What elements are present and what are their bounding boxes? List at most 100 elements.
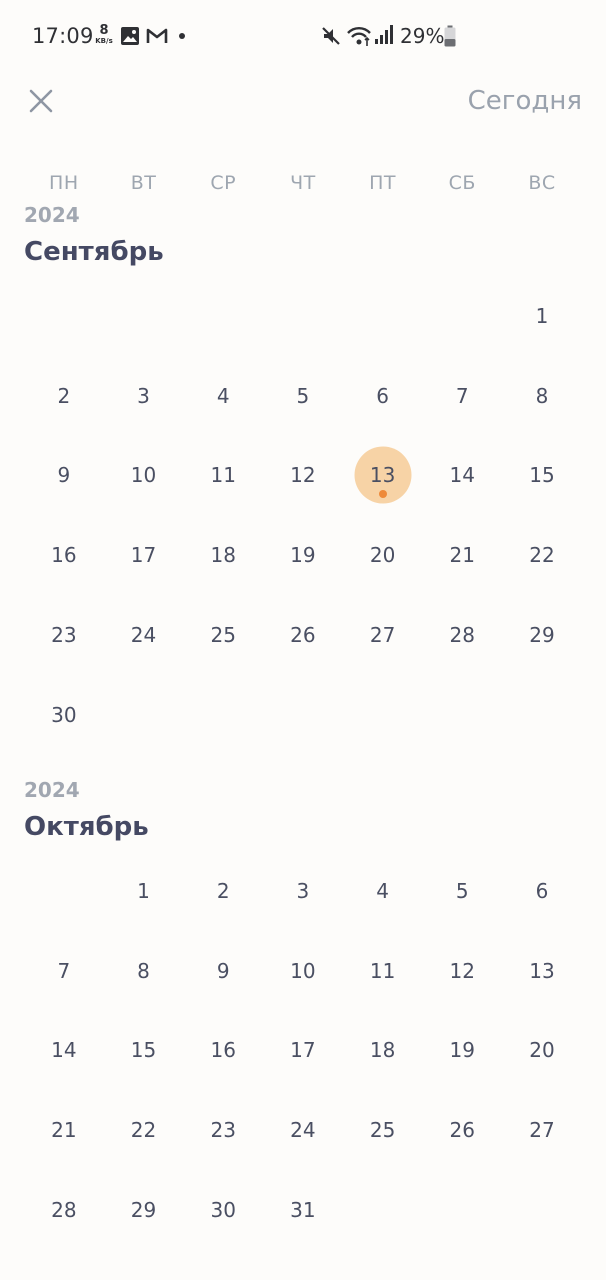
day-cell[interactable]: 31 (263, 1170, 343, 1250)
network-speed: 8 KB/s (92, 24, 116, 45)
day-cell[interactable]: 24 (104, 595, 184, 675)
day-cell[interactable]: 29 (502, 595, 582, 675)
day-cell[interactable]: 17 (263, 1011, 343, 1091)
day-number: 6 (376, 383, 389, 408)
day-cell[interactable]: 30 (183, 1170, 263, 1250)
empty-day-cell (263, 276, 343, 356)
day-cell[interactable]: 11 (183, 436, 263, 516)
day-cell[interactable]: 8 (502, 356, 582, 436)
day-cell[interactable]: 19 (263, 515, 343, 595)
day-cell[interactable]: 28 (24, 1170, 104, 1250)
day-cell[interactable]: 2 (183, 851, 263, 931)
status-bar: 17:09 8 KB/s 29% (0, 0, 606, 72)
day-number: 28 (51, 1198, 77, 1223)
day-cell[interactable]: 28 (422, 595, 502, 675)
day-cell[interactable]: 24 (263, 1090, 343, 1170)
gallery-icon (120, 26, 140, 50)
day-number: 24 (130, 623, 157, 648)
day-number: 2 (57, 383, 71, 408)
day-cell[interactable]: 7 (24, 931, 104, 1011)
day-cell[interactable]: 5 (422, 851, 502, 931)
day-cell[interactable]: 26 (422, 1090, 502, 1170)
day-cell[interactable]: 10 (263, 931, 343, 1011)
day-number: 26 (290, 623, 316, 648)
day-number: 16 (51, 543, 77, 568)
day-cell-selected[interactable]: 13 (343, 436, 423, 516)
day-number: 5 (455, 878, 469, 903)
day-cell[interactable]: 25 (343, 1090, 423, 1170)
day-number: 14 (51, 1038, 77, 1063)
day-cell[interactable]: 27 (502, 1090, 582, 1170)
signal-icon (374, 24, 394, 50)
day-cell[interactable]: 23 (24, 595, 104, 675)
day-cell[interactable]: 9 (24, 436, 104, 516)
day-number: 13 (529, 958, 555, 983)
day-cell[interactable]: 22 (502, 515, 582, 595)
day-number: 8 (137, 958, 150, 983)
day-cell[interactable]: 17 (104, 515, 184, 595)
day-number: 1 (137, 878, 150, 903)
day-cell[interactable]: 15 (502, 436, 582, 516)
day-number: 12 (290, 463, 316, 488)
day-cell[interactable]: 23 (183, 1090, 263, 1170)
day-number: 15 (130, 1038, 157, 1063)
day-cell[interactable]: 18 (343, 1011, 423, 1091)
day-cell[interactable]: 12 (263, 436, 343, 516)
day-number: 12 (449, 958, 475, 983)
day-number: 4 (376, 878, 389, 903)
status-time: 17:09 (32, 24, 94, 48)
today-button[interactable]: Сегодня (468, 86, 582, 116)
day-cell[interactable]: 16 (183, 1011, 263, 1091)
day-cell[interactable]: 3 (104, 356, 184, 436)
event-dot-icon (378, 490, 387, 499)
day-cell[interactable]: 14 (422, 436, 502, 516)
day-cell[interactable]: 5 (263, 356, 343, 436)
day-cell[interactable]: 29 (104, 1170, 184, 1250)
day-cell[interactable]: 4 (343, 851, 423, 931)
day-cell[interactable]: 10 (104, 436, 184, 516)
day-cell[interactable]: 13 (502, 931, 582, 1011)
day-cell[interactable]: 14 (24, 1011, 104, 1091)
day-number: 7 (57, 958, 71, 983)
day-cell[interactable]: 16 (24, 515, 104, 595)
day-cell[interactable]: 19 (422, 1011, 502, 1091)
day-cell[interactable]: 8 (104, 931, 184, 1011)
day-cell[interactable]: 22 (104, 1090, 184, 1170)
close-button[interactable] (24, 84, 58, 118)
day-number: 28 (449, 623, 475, 648)
empty-day-cell (183, 276, 263, 356)
day-cell[interactable]: 6 (343, 356, 423, 436)
day-cell[interactable]: 9 (183, 931, 263, 1011)
day-number: 19 (290, 543, 316, 568)
day-cell[interactable]: 7 (422, 356, 502, 436)
day-cell[interactable]: 2 (24, 356, 104, 436)
day-cell[interactable]: 11 (343, 931, 423, 1011)
year-label: 2024 (24, 778, 80, 802)
day-cell[interactable]: 20 (502, 1011, 582, 1091)
day-cell[interactable]: 20 (343, 515, 423, 595)
day-cell[interactable]: 6 (502, 851, 582, 931)
close-icon (29, 89, 53, 113)
day-cell[interactable]: 15 (104, 1011, 184, 1091)
weekday-label: ПТ (369, 172, 397, 194)
day-cell[interactable]: 21 (24, 1090, 104, 1170)
day-cell[interactable]: 27 (343, 595, 423, 675)
day-number: 19 (449, 1038, 475, 1063)
day-cell[interactable]: 30 (24, 675, 104, 755)
month-grid: 1 2 3 4 5 6 7 8 9 10 11 12 13 14 15 16 17 18 19 20 21 22 23 24 2… (24, 276, 582, 755)
day-number: 10 (130, 463, 157, 488)
day-cell[interactable]: 25 (183, 595, 263, 675)
day-cell[interactable]: 1 (502, 276, 582, 356)
day-number: 24 (290, 1118, 316, 1143)
day-cell[interactable]: 1 (104, 851, 184, 931)
day-cell[interactable]: 26 (263, 595, 343, 675)
day-cell[interactable]: 3 (263, 851, 343, 931)
day-cell[interactable]: 21 (422, 515, 502, 595)
day-cell[interactable]: 18 (183, 515, 263, 595)
day-number: 18 (210, 543, 236, 568)
day-cell[interactable]: 4 (183, 356, 263, 436)
day-number: 9 (57, 463, 71, 488)
day-number: 15 (529, 463, 555, 488)
day-cell[interactable]: 12 (422, 931, 502, 1011)
month-title: Октябрь (24, 812, 149, 842)
